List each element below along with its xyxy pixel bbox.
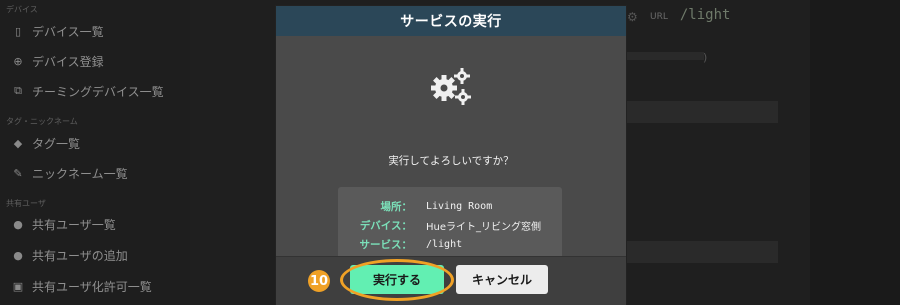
url-label: URL [650, 12, 668, 22]
background-panel [626, 101, 778, 123]
sidebar-item-device-register[interactable]: ⊕ デバイス登録 [12, 51, 104, 71]
highlight-ring [340, 259, 454, 301]
service-execute-modal: サービスの実行 実行してよろしいですか？ 場所： Living Room デバイ… [276, 6, 626, 305]
pencil-icon: ✎ [13, 166, 23, 180]
detail-key: サービス： [359, 238, 413, 251]
detail-row-device: デバイス： Hueライト_リビング窓側 [338, 216, 562, 234]
background-paren: ) [703, 51, 708, 64]
detail-value: Living Room [426, 200, 493, 212]
sidebar-section-devices: デバイス [6, 5, 38, 14]
user-plus-icon: ● [13, 248, 23, 262]
sidebar-item-label: 共有ユーザ一覧 [32, 217, 116, 232]
sidebar-item-tag-list[interactable]: ◆ タグ一覧 [12, 133, 80, 153]
sidebar-item-label: 共有ユーザ化許可一覧 [32, 279, 152, 294]
modal-footer: 10 実行する キャンセル [276, 256, 626, 305]
sidebar-item-label: タグ一覧 [32, 136, 81, 151]
plus-circle-icon: ⊕ [13, 54, 23, 68]
detail-key: デバイス： [359, 219, 412, 232]
tags-icon: ◆ [13, 136, 23, 150]
confirm-message: 実行してよろしいですか？ [388, 155, 514, 167]
modal-header: サービスの実行 [276, 6, 626, 36]
detail-key: 場所： [380, 200, 413, 213]
sidebar-item-teaming-devices[interactable]: ⧉ チーミングデバイス一覧 [12, 81, 164, 101]
url-value: /light [679, 7, 731, 23]
tablet-icon: ▯ [14, 24, 22, 38]
detail-value: Hueライト_リビング窓側 [426, 221, 542, 233]
sidebar-item-label: ニックネーム一覧 [32, 166, 128, 181]
detail-row-service: サービス： /light [338, 235, 562, 253]
detail-value: /light [426, 238, 463, 250]
copy-icon: ⧉ [14, 84, 22, 97]
sidebar: デバイス ▯ デバイス一覧 ⊕ デバイス登録 ⧉ チーミングデバイス一覧 タグ・… [0, 0, 190, 305]
modal-body: 実行してよろしいですか？ 場所： Living Room デバイス： Hueライ… [276, 36, 626, 263]
sidebar-item-label: 共有ユーザの追加 [32, 248, 128, 263]
step-number-badge: 10 [308, 270, 330, 292]
sidebar-item-nickname-list[interactable]: ✎ ニックネーム一覧 [12, 163, 128, 183]
background-progress-bar [626, 52, 704, 60]
user-icon: ● [13, 217, 23, 231]
cancel-button[interactable]: キャンセル [456, 265, 548, 294]
sidebar-item-label: デバイス登録 [32, 54, 104, 69]
sidebar-item-add-shared-user[interactable]: ● 共有ユーザの追加 [12, 245, 128, 265]
cogs-icon [431, 68, 471, 105]
sidebar-item-shared-user-list[interactable]: ● 共有ユーザ一覧 [12, 214, 116, 234]
sidebar-item-label: チーミングデバイス一覧 [32, 84, 164, 99]
sidebar-item-shared-user-permissions[interactable]: ▣ 共有ユーザ化許可一覧 [12, 276, 152, 296]
sidebar-item-label: デバイス一覧 [32, 24, 104, 39]
sidebar-section-tags: タグ・ニックネーム [6, 117, 78, 126]
sidebar-section-shared-users: 共有ユーザ [6, 199, 46, 208]
service-details-box: 場所： Living Room デバイス： Hueライト_リビング窓側 サービス… [338, 187, 562, 263]
background-url: URL/light [650, 7, 730, 23]
sidebar-item-device-list[interactable]: ▯ デバイス一覧 [12, 21, 104, 41]
detail-row-location: 場所： Living Room [338, 197, 562, 215]
unlock-icon: ▣ [12, 279, 24, 293]
modal-title: サービスの実行 [400, 14, 502, 30]
gear-icon: ⚙ [627, 10, 638, 24]
right-strip [810, 0, 900, 305]
background-panel [626, 241, 778, 263]
